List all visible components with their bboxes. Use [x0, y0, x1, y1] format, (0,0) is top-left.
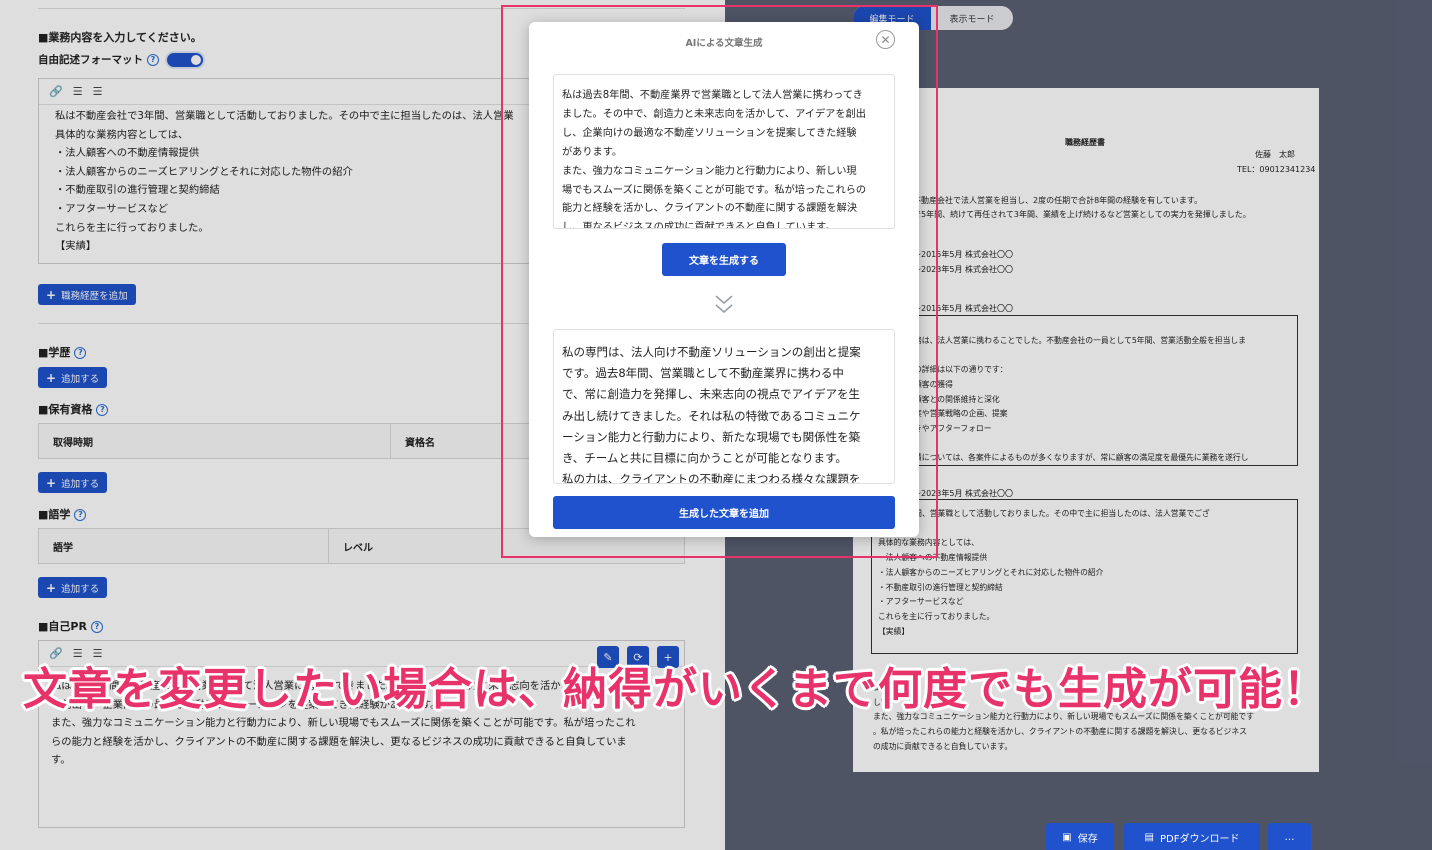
- pr-heading-text: ■自己PR: [38, 620, 87, 633]
- editor-line: ・法人顧客からのニーズヒアリングとそれに対応した物件の紹介: [55, 165, 353, 178]
- preview-line: 績については、各案件によるものが多くなりますが、常に顧客の満足度を最優先に業務を…: [914, 453, 1249, 463]
- bullet-list-icon[interactable]: ☰: [93, 85, 103, 98]
- free-format-label: 自由記述フォーマット: [38, 54, 143, 66]
- ordered-list-icon[interactable]: ☰: [73, 85, 83, 98]
- editor-line: 私は不動産会社で3年間、営業職として活動しておりました。その中で主に担当したのは…: [55, 110, 514, 122]
- qualification-column-name: 資格名: [405, 437, 435, 449]
- editor-line: これらを主に行っておりました。: [55, 221, 209, 234]
- editor-line: ・アフターサービスなど: [55, 203, 169, 215]
- save-button[interactable]: ▣ 保存: [1046, 823, 1114, 850]
- highlight-frame: [501, 5, 938, 558]
- view-mode-tab[interactable]: 表示モード: [931, 6, 1013, 30]
- help-icon[interactable]: ?: [90, 621, 103, 633]
- more-button[interactable]: …: [1268, 823, 1311, 850]
- preview-line: これらを主に行っておりました。: [878, 611, 995, 621]
- preview-line: の成功に貢献できると自負しています。: [873, 741, 1013, 751]
- editor-line: ・不動産取引の進行管理と契約締結: [55, 184, 220, 197]
- caption-banner: 文章を変更したい場合は、納得がいくまで何度でも生成が可能！: [23, 664, 1328, 715]
- preview-line: ・不動産取引の進行管理と契約締結: [878, 582, 1003, 592]
- resume-name: 佐藤 太郎: [1255, 150, 1295, 159]
- resume-tel: TEL：09012341234: [1237, 165, 1316, 174]
- editor-line: ・法人顧客への不動産情報提供: [55, 147, 200, 160]
- job-heading: ■業務内容を入力してください。: [38, 31, 202, 44]
- editor-line: 【実績】: [55, 240, 97, 253]
- qualification-heading-text: ■保有資格: [38, 403, 93, 416]
- save-icon: ▣: [1062, 832, 1072, 843]
- summary-line: 不動産会社で法人営業を担当し、2度の任期で合計8年間の経験を有しています。: [913, 196, 1203, 205]
- language-column-level: レベル: [343, 542, 373, 554]
- add-qualification-button[interactable]: + 追加する: [38, 472, 108, 493]
- language-heading: ■語学?: [38, 506, 87, 522]
- add-qualification-label: 追加する: [61, 478, 100, 490]
- preview-line: ・法人顧客からのニーズヒアリングとそれに対応した物件の紹介: [878, 567, 1104, 577]
- add-career-button[interactable]: + 職務経歴を追加: [38, 284, 136, 305]
- add-language-label: 追加する: [61, 583, 100, 595]
- pdf-download-button[interactable]: ▤ PDFダウンロード: [1124, 823, 1260, 850]
- editor-line: す。: [51, 754, 71, 767]
- qualification-column-date: 取得時期: [39, 424, 391, 458]
- add-language-button[interactable]: + 追加する: [38, 577, 108, 598]
- add-education-button[interactable]: + 追加する: [38, 367, 108, 388]
- save-label: 保存: [1077, 834, 1098, 845]
- help-icon[interactable]: ?: [74, 347, 87, 359]
- preview-line: 。私が培ったこれらの能力と経験を活かし、クライアントの不動産に関する課題を解決し…: [873, 727, 1247, 737]
- resume-title: 職務経歴書: [1065, 138, 1105, 147]
- help-icon[interactable]: ?: [96, 404, 109, 416]
- help-icon[interactable]: ?: [147, 54, 159, 66]
- add-education-label: 追加する: [61, 373, 100, 385]
- free-format-toggle[interactable]: [165, 51, 205, 69]
- link-icon[interactable]: 🔗: [49, 85, 63, 98]
- education-heading: ■学歴?: [38, 344, 87, 360]
- editor-line: らの能力と経験を活かし、クライアントの不動産に関する課題を解決し、更なるビジネス…: [51, 735, 627, 748]
- qualification-heading: ■保有資格?: [38, 401, 109, 417]
- pdf-icon: ▤: [1144, 832, 1154, 843]
- language-heading-text: ■語学: [38, 508, 71, 521]
- summary-line: で5年間、続けて再任されて3年間、業績を上げ続けるなど営業としての実力を発揮しま…: [913, 210, 1251, 219]
- pr-heading: ■自己PR?: [38, 618, 103, 634]
- preview-line: 務は、法人営業に携わることでした。不動産会社の一員として5年間、営業活動全般を担…: [914, 335, 1246, 345]
- language-column-language: 語学: [39, 529, 329, 563]
- education-heading-text: ■学歴: [38, 346, 71, 359]
- add-career-label: 職務経歴を追加: [61, 290, 128, 302]
- preview-line: 【実績】: [878, 626, 910, 636]
- editor-line: 具体的な業務内容としては、: [55, 128, 189, 141]
- help-icon[interactable]: ?: [74, 509, 87, 521]
- preview-line: ・アフターサービスなど: [878, 597, 964, 607]
- pdf-label: PDFダウンロード: [1159, 834, 1240, 845]
- free-format-row: 自由記述フォーマット?: [38, 51, 205, 69]
- more-label: …: [1284, 832, 1295, 843]
